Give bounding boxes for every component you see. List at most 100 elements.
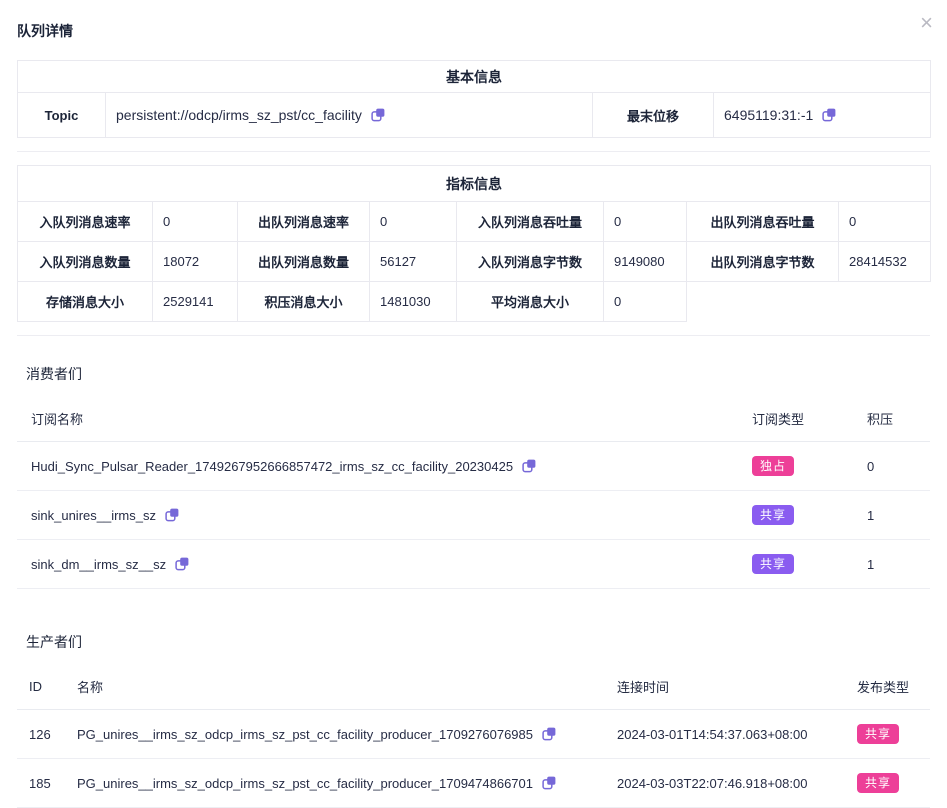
metric-label: 出队列消息字节数 [687, 242, 839, 282]
metric-label: 出队列消息数量 [238, 242, 370, 282]
name-text: sink_unires__irms_sz [31, 508, 156, 523]
last-offset-value: 6495119:31:-1 [724, 107, 813, 123]
basic-info-header-row: 基本信息 [18, 61, 931, 93]
metric-value: 0 [370, 202, 457, 242]
metric-value: 0 [604, 202, 687, 242]
name-wrap: PG_unires__irms_sz_odcp_irms_sz_pst_cc_f… [77, 776, 593, 791]
producer-id-cell: 185 [17, 759, 65, 808]
producer-id-cell: 126 [17, 710, 65, 759]
name-wrap: sink_unires__irms_sz [31, 508, 728, 523]
subscription-type-badge: 共享 [752, 505, 794, 525]
name-wrap: sink_dm__irms_sz__sz [31, 557, 728, 572]
copy-icon[interactable] [542, 727, 556, 741]
modal-title: 队列详情 [17, 21, 930, 41]
metric-value: 0 [153, 202, 238, 242]
copy-icon[interactable] [165, 508, 179, 522]
subscription-type-badge: 共享 [857, 724, 899, 744]
name-wrap: PG_unires__irms_sz_odcp_irms_sz_pst_cc_f… [77, 727, 593, 742]
column-subscription-name: 订阅名称 [17, 396, 740, 442]
subscription-type-cell: 独占 [740, 442, 855, 491]
name-cell: PG_unires__irms_sz_odcp_irms_sz_pst_cc_f… [65, 759, 605, 808]
metric-value: 18072 [153, 242, 238, 282]
connect-time-cell: 2024-03-01T14:54:37.063+08:00 [605, 710, 845, 759]
last-offset-label: 最末位移 [593, 93, 714, 138]
metric-value: 28414532 [839, 242, 931, 282]
copy-icon[interactable] [542, 776, 556, 790]
topic-value: persistent://odcp/irms_sz_pst/cc_facilit… [116, 107, 362, 123]
column-connect-time: 连接时间 [605, 664, 845, 710]
metric-value: 2529141 [153, 282, 238, 322]
subscription-type-badge: 共享 [857, 773, 899, 793]
name-cell: sink_dm__irms_sz__sz [17, 540, 740, 589]
topic-label: Topic [18, 93, 106, 138]
metric-label: 入队列消息数量 [18, 242, 153, 282]
metric-label: 入队列消息吞吐量 [457, 202, 604, 242]
metric-value: 1481030 [370, 282, 457, 322]
section-divider [17, 335, 930, 336]
metric-label: 出队列消息吞吐量 [687, 202, 839, 242]
basic-info-data-row: Topic persistent://odcp/irms_sz_pst/cc_f… [18, 93, 931, 138]
name-text: sink_dm__irms_sz__sz [31, 557, 166, 572]
metric-label: 存储消息大小 [18, 282, 153, 322]
copy-icon[interactable] [371, 108, 385, 122]
topic-value-cell: persistent://odcp/irms_sz_pst/cc_facilit… [106, 93, 593, 138]
metric-label: 平均消息大小 [457, 282, 604, 322]
close-icon[interactable]: × [920, 12, 933, 34]
metrics-header-row: 指标信息 [18, 166, 931, 202]
copy-icon[interactable] [822, 108, 836, 122]
publish-type-cell: 共享 [845, 759, 930, 808]
producers-heading: 生产者们 [26, 632, 947, 648]
name-cell: PG_unires__irms_sz_odcp_irms_sz_pst_cc_f… [65, 710, 605, 759]
basic-info-section-title: 基本信息 [18, 61, 931, 93]
metrics-section-title: 指标信息 [18, 166, 931, 202]
producers-table: ID 名称 连接时间 发布类型 126 PG_unires__irms_sz_od… [17, 664, 930, 808]
metric-label: 积压消息大小 [238, 282, 370, 322]
column-backlog: 积压 [855, 396, 930, 442]
column-name: 名称 [65, 664, 605, 710]
name-text: PG_unires__irms_sz_odcp_irms_sz_pst_cc_f… [77, 727, 533, 742]
name-cell: Hudi_Sync_Pulsar_Reader_1749267952666857… [17, 442, 740, 491]
backlog-cell: 1 [855, 491, 930, 540]
consumer-row: Hudi_Sync_Pulsar_Reader_1749267952666857… [17, 442, 930, 491]
modal-header: 队列详情 × [0, 0, 947, 37]
metric-label: 入队列消息速率 [18, 202, 153, 242]
metric-value: 0 [839, 202, 931, 242]
section-divider [17, 151, 930, 152]
metric-label: 入队列消息字节数 [457, 242, 604, 282]
consumer-row: sink_unires__irms_sz 共享 1 [17, 491, 930, 540]
backlog-cell: 0 [855, 442, 930, 491]
blank-cell [687, 282, 931, 322]
queue-detail-modal: 队列详情 × 基本信息 Topic persistent://odcp/irms… [0, 0, 947, 808]
subscription-type-cell: 共享 [740, 491, 855, 540]
metric-value: 56127 [370, 242, 457, 282]
column-subscription-type: 订阅类型 [740, 396, 855, 442]
metric-label: 出队列消息速率 [238, 202, 370, 242]
metrics-row: 入队列消息数量18072出队列消息数量56127入队列消息字节数9149080出… [18, 242, 931, 282]
name-text: PG_unires__irms_sz_odcp_irms_sz_pst_cc_f… [77, 776, 533, 791]
metrics-row: 存储消息大小2529141积压消息大小1481030平均消息大小0 [18, 282, 931, 322]
basic-info-table: 基本信息 Topic persistent://odcp/irms_sz_pst… [17, 60, 931, 138]
last-offset-value-cell: 6495119:31:-1 [714, 93, 931, 138]
producer-row: 126 PG_unires__irms_sz_odcp_irms_sz_pst_c… [17, 710, 930, 759]
producer-row: 185 PG_unires__irms_sz_odcp_irms_sz_pst_c… [17, 759, 930, 808]
subscription-type-cell: 共享 [740, 540, 855, 589]
subscription-type-badge: 共享 [752, 554, 794, 574]
metrics-table: 指标信息 入队列消息速率0出队列消息速率0入队列消息吞吐量0出队列消息吞吐量0入… [17, 165, 931, 322]
name-wrap: Hudi_Sync_Pulsar_Reader_1749267952666857… [31, 459, 728, 474]
consumers-heading: 消费者们 [26, 364, 947, 380]
publish-type-cell: 共享 [845, 710, 930, 759]
metrics-row: 入队列消息速率0出队列消息速率0入队列消息吞吐量0出队列消息吞吐量0 [18, 202, 931, 242]
consumers-table: 订阅名称 订阅类型 积压 Hudi_Sync_Pulsar_Reader_174… [17, 396, 930, 589]
metric-value: 9149080 [604, 242, 687, 282]
name-text: Hudi_Sync_Pulsar_Reader_1749267952666857… [31, 459, 513, 474]
copy-icon[interactable] [522, 459, 536, 473]
column-id: ID [17, 664, 65, 710]
metric-value: 0 [604, 282, 687, 322]
copy-icon[interactable] [175, 557, 189, 571]
column-publish-type: 发布类型 [845, 664, 930, 710]
consumers-header-row: 订阅名称 订阅类型 积压 [17, 396, 930, 442]
producers-header-row: ID 名称 连接时间 发布类型 [17, 664, 930, 710]
consumer-row: sink_dm__irms_sz__sz 共享 1 [17, 540, 930, 589]
connect-time-cell: 2024-03-03T22:07:46.918+08:00 [605, 759, 845, 808]
backlog-cell: 1 [855, 540, 930, 589]
